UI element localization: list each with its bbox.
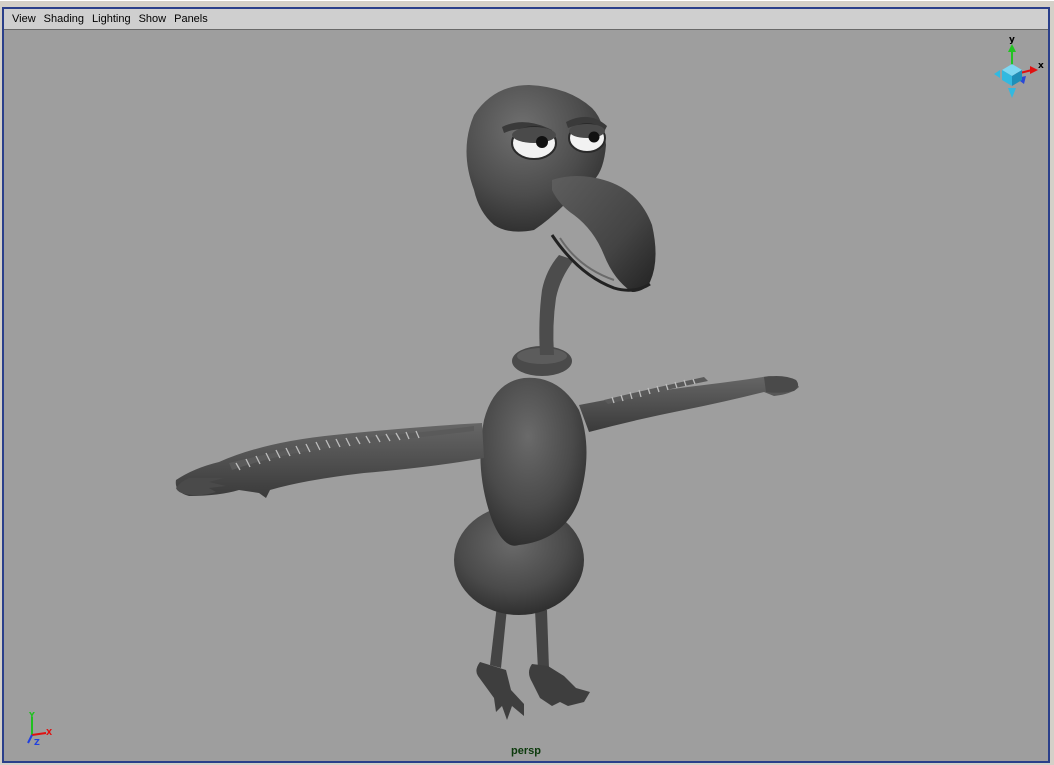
torso — [480, 377, 587, 546]
model-panel: View Shading Lighting Show Panels y x Y … — [2, 7, 1050, 763]
right-leg — [535, 610, 549, 670]
menu-lighting[interactable]: Lighting — [88, 10, 135, 28]
right-hand — [764, 376, 799, 393]
camera-name-label: persp — [511, 745, 541, 757]
panel-menubar: View Shading Lighting Show Panels — [4, 9, 1048, 30]
left-leg — [490, 605, 507, 668]
menu-view[interactable]: View — [8, 10, 40, 28]
axis-indicator-icon: Y X Z — [27, 711, 53, 747]
view-cube-label-x: x — [1038, 61, 1044, 71]
right-foot — [529, 664, 590, 706]
menu-panels[interactable]: Panels — [170, 10, 212, 28]
neck — [539, 255, 574, 355]
menu-show[interactable]: Show — [135, 10, 171, 28]
menu-shading[interactable]: Shading — [40, 10, 88, 28]
axis-label-x: X — [46, 728, 53, 737]
left-foot — [476, 662, 524, 720]
bird-character-model[interactable] — [4, 30, 1048, 761]
maya-viewport-window: View Shading Lighting Show Panels y x Y … — [0, 0, 1054, 765]
view-cube-label-y: y — [1009, 35, 1015, 45]
view-cube-icon[interactable]: y x — [986, 32, 1046, 102]
axis-label-y: Y — [28, 711, 35, 720]
beak — [552, 176, 656, 292]
perspective-viewport[interactable]: y x Y X Z persp — [4, 30, 1048, 761]
